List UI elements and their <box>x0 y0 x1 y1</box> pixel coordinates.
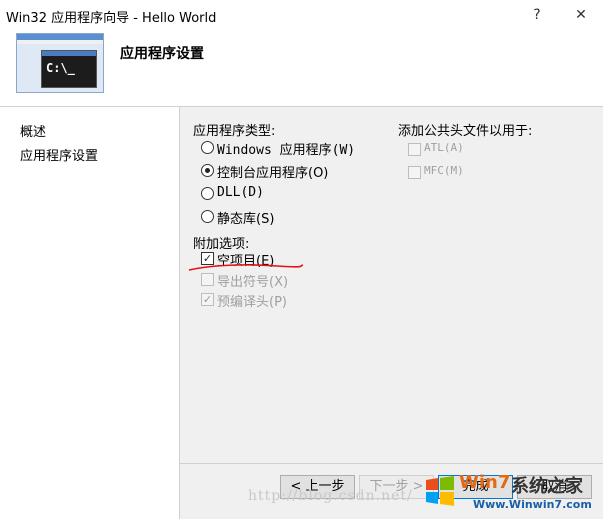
close-icon: ✕ <box>575 7 587 23</box>
help-button[interactable]: ? <box>526 4 548 26</box>
site-logo: Win7 系统之家 Www.Winwin7.com <box>423 468 603 518</box>
footer-divider <box>180 463 603 464</box>
nav-item-overview[interactable]: 概述 <box>20 121 46 140</box>
wizard-nav: 概述 应用程序设置 <box>0 107 178 519</box>
app-type-label: 应用程序类型: <box>193 124 276 139</box>
radio-static-lib[interactable] <box>201 210 214 223</box>
radio-console-app[interactable] <box>201 164 214 177</box>
checkbox-precompiled-header: ✓ <box>201 293 214 306</box>
blog-watermark: http://blog.csdn.net/ <box>248 488 413 504</box>
console-prompt: C:\_ <box>46 61 75 75</box>
checkbox-mfc-label: MFC(M) <box>424 164 464 177</box>
radio-console-app-label[interactable]: 控制台应用程序(O) <box>217 162 328 181</box>
checkbox-atl-label: ATL(A) <box>424 141 464 154</box>
checkbox-export-symbols <box>201 273 214 286</box>
console-app-thumbnail: C:\_ <box>16 33 104 93</box>
checkbox-mfc <box>408 166 421 179</box>
common-headers-label: 添加公共头文件以用于: <box>398 124 533 139</box>
logo-brand-cn: 系统之家 <box>511 476 583 497</box>
wizard-header: C:\_ 应用程序设置 <box>0 30 603 106</box>
radio-windows-app-label[interactable]: Windows 应用程序(W) <box>217 139 355 158</box>
console-titlebar <box>42 51 96 56</box>
thumbnail-menubar <box>17 40 103 44</box>
window-title: Win32 应用程序向导 - Hello World <box>6 11 217 26</box>
radio-windows-app[interactable] <box>201 141 214 154</box>
radio-static-lib-label[interactable]: 静态库(S) <box>217 208 274 227</box>
radio-dll[interactable] <box>201 187 214 200</box>
checkbox-atl <box>408 143 421 156</box>
console-window-icon: C:\_ <box>41 50 97 88</box>
logo-brand: Win7 <box>459 472 511 493</box>
red-annotation-stroke <box>188 264 304 271</box>
close-button[interactable]: ✕ <box>570 4 592 26</box>
windows-flag-icon <box>426 476 454 506</box>
checkbox-precompiled-header-label: 预编译头(P) <box>217 295 287 310</box>
nav-item-application-settings[interactable]: 应用程序设置 <box>20 145 98 164</box>
page-title: 应用程序设置 <box>120 46 204 62</box>
logo-site: Www.Winwin7.com <box>473 498 592 511</box>
radio-dll-label[interactable]: DLL(D) <box>217 185 264 200</box>
title-bar: Win32 应用程序向导 - Hello World ? ✕ <box>0 0 603 30</box>
